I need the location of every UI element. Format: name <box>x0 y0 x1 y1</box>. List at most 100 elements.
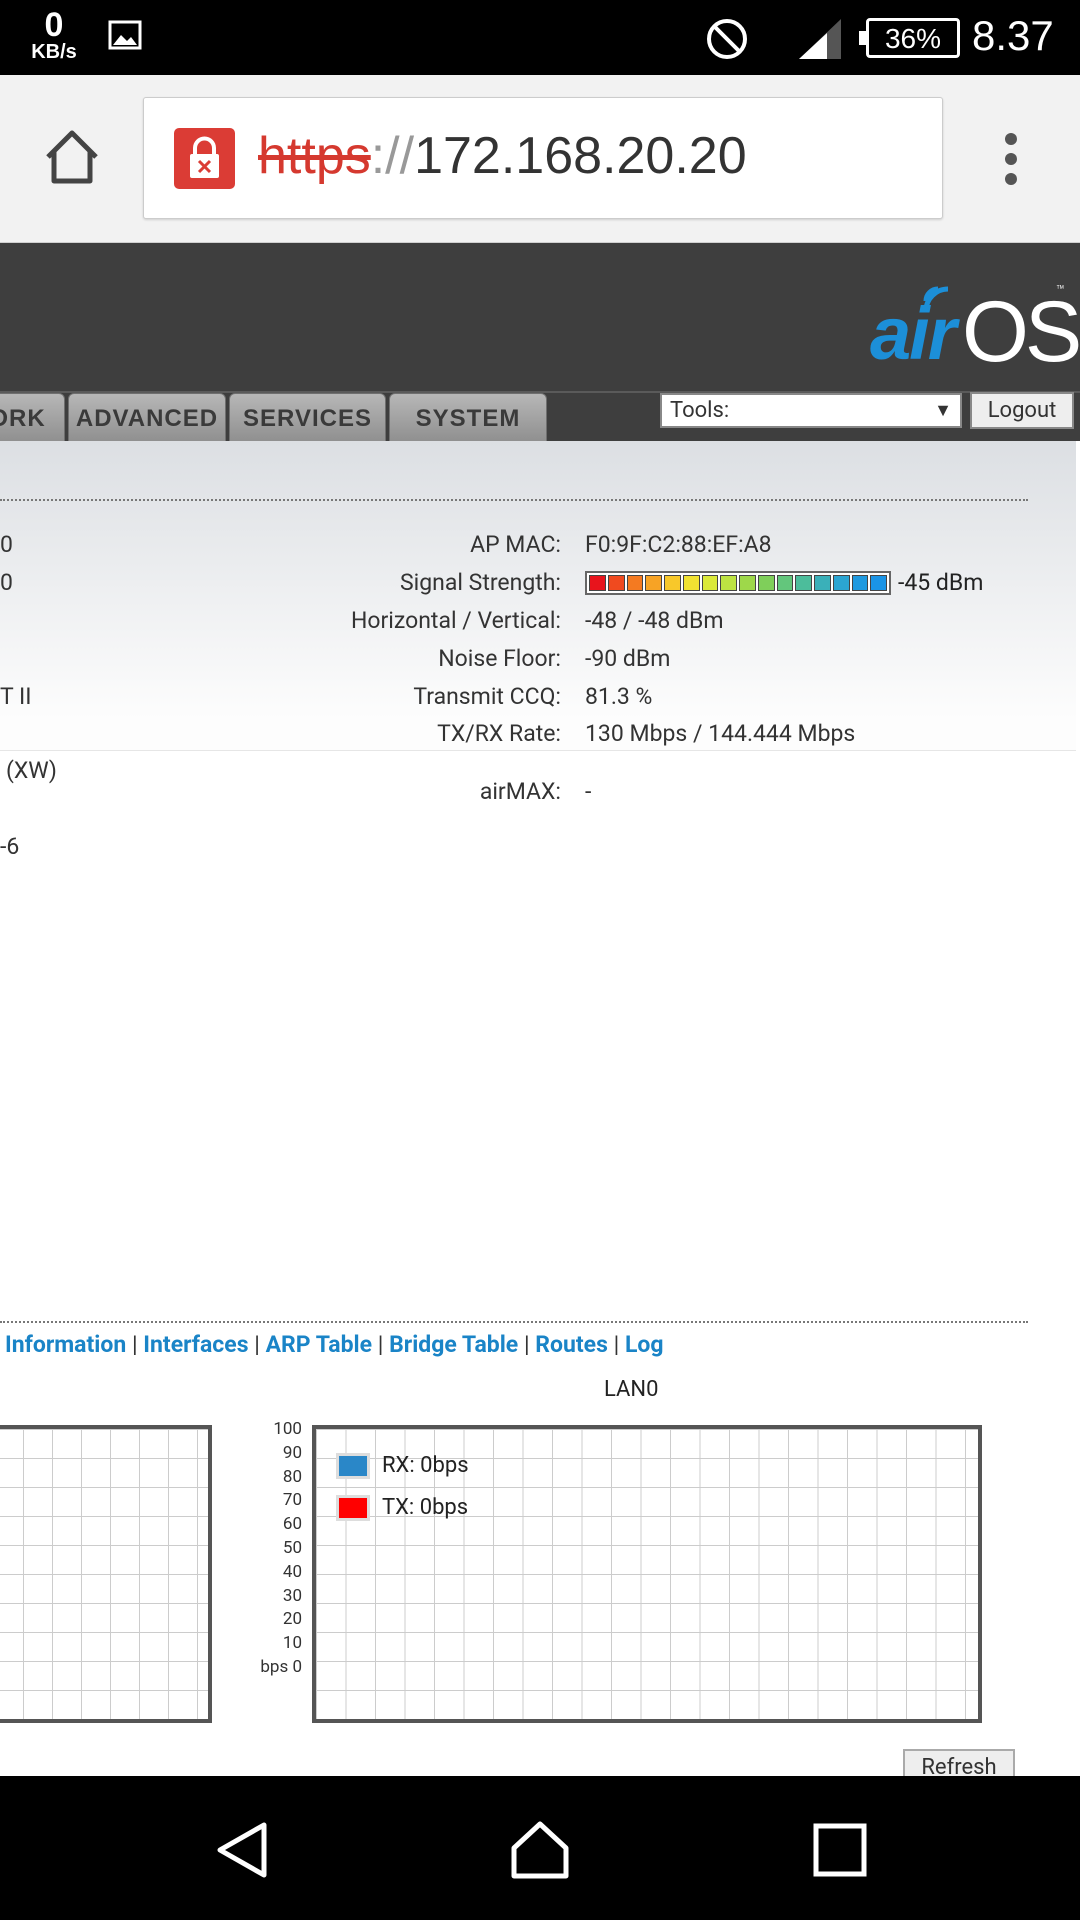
tab-services[interactable]: SERVICES <box>229 393 386 443</box>
link-separator: | <box>377 1331 384 1358</box>
airos-logo: air OS ™ <box>870 283 1080 380</box>
browser-toolbar: https://172.168.20.20 <box>0 75 1080 243</box>
clock: 8.37 <box>972 12 1054 59</box>
link-log[interactable]: Log <box>625 1331 664 1358</box>
info-row-fragment: -6 <box>0 833 1076 863</box>
signal-strength-value: -45 dBm <box>898 569 984 596</box>
noise-floor-label: Noise Floor: <box>438 645 561 672</box>
signal-strength-label: Signal Strength: <box>399 569 561 596</box>
info-row-noise: Noise Floor: -90 dBm <box>0 645 1076 675</box>
link-interfaces[interactable]: Interfaces <box>143 1331 248 1358</box>
legend-swatch-rx <box>336 1453 370 1480</box>
section-divider <box>0 1321 1028 1323</box>
overflow-menu-icon[interactable] <box>996 129 1026 189</box>
y-tick-label: 40 <box>282 1561 302 1582</box>
y-tick-label: 100 <box>273 1419 302 1439</box>
logo-trademark: ™ <box>1056 283 1065 299</box>
lan0-chart: RX: 0bps TX: 0bps <box>312 1425 982 1723</box>
link-arp-table[interactable]: ARP Table <box>266 1331 372 1358</box>
back-icon[interactable] <box>212 1820 272 1880</box>
wlan-chart <box>0 1425 212 1723</box>
y-tick-label: 60 <box>282 1514 302 1535</box>
signal-segment <box>851 575 869 591</box>
legend-label-tx: TX: 0bps <box>382 1495 469 1520</box>
monitor-links: Information | Interfaces | ARP Table | B… <box>0 1331 664 1358</box>
section-divider <box>0 499 1028 501</box>
signal-segment <box>739 575 756 591</box>
net-speed-indicator: 0 KB/s <box>26 8 82 62</box>
left-fragment: 0 <box>0 531 13 558</box>
home-icon[interactable] <box>40 125 104 189</box>
recents-icon[interactable] <box>812 1822 868 1878</box>
tools-dropdown[interactable]: Tools: ▼ <box>660 393 962 428</box>
link-separator: | <box>131 1331 138 1358</box>
signal-segment <box>664 575 681 591</box>
tools-label: Tools: <box>670 398 730 423</box>
info-row-ap-mac: 0 AP MAC: F0:9F:C2:88:EF:A8 <box>0 531 1076 561</box>
signal-segment <box>607 575 625 591</box>
transmit-ccq-value: 81.3 % <box>585 683 653 710</box>
insecure-lock-icon[interactable] <box>174 128 235 189</box>
tab-system[interactable]: SYSTEM <box>389 393 547 443</box>
airmax-value: - <box>585 778 592 805</box>
signal-segment <box>832 575 850 591</box>
txrx-rate-label: TX/RX Rate: <box>437 720 561 747</box>
net-speed-value: 0 <box>44 6 64 44</box>
logo-air: air <box>870 292 957 375</box>
status-bar: 0 KB/s 36% 8.37 <box>0 0 1080 75</box>
net-speed-unit: KB/s <box>31 41 77 63</box>
y-tick-label: 70 <box>282 1490 302 1511</box>
y-tick-label: 10 <box>282 1633 302 1654</box>
signal-icon <box>799 19 841 59</box>
battery-icon: 36% <box>859 18 960 58</box>
url-text[interactable]: https://172.168.20.20 <box>258 126 747 186</box>
url-separator: :// <box>370 127 415 185</box>
ap-mac-label: AP MAC: <box>470 531 561 558</box>
url-host: 172.168.20.20 <box>414 127 747 185</box>
legend-tx: TX: 0bps <box>336 1495 469 1522</box>
y-tick-label: 90 <box>282 1442 302 1463</box>
y-tick-label: 80 <box>282 1466 302 1487</box>
chart-title: LAN0 <box>604 1377 659 1402</box>
status-content: 0 AP MAC: F0:9F:C2:88:EF:A8 0 Signal Str… <box>0 441 1076 1787</box>
do-not-disturb-icon <box>707 19 747 59</box>
y-tick-label: 20 <box>282 1609 302 1630</box>
y-tick-label: 30 <box>282 1585 302 1606</box>
airmax-label: airMAX: <box>479 778 561 805</box>
legend-label-rx: RX: 0bps <box>382 1453 469 1478</box>
signal-segment <box>814 575 831 591</box>
left-fragment: 0 <box>0 569 13 596</box>
info-row-rate: TX/RX Rate: 130 Mbps / 144.444 Mbps <box>0 720 1076 750</box>
info-row-airmax: airMAX: - <box>0 778 1076 808</box>
legend-rx: RX: 0bps <box>336 1453 469 1480</box>
signal-segment <box>870 575 887 591</box>
link-information[interactable]: Information <box>5 1331 126 1358</box>
transmit-ccq-label: Transmit CCQ: <box>413 683 561 710</box>
y-tick-label: bps 0 <box>260 1657 302 1677</box>
signal-strength-bar <box>585 571 891 595</box>
link-separator: | <box>613 1331 620 1358</box>
hv-label: Horizontal / Vertical: <box>350 607 561 634</box>
signal-segment <box>757 575 775 591</box>
left-fragment: -6 <box>0 833 20 860</box>
y-tick-label: 50 <box>282 1538 302 1558</box>
txrx-rate-value: 130 Mbps / 144.444 Mbps <box>585 720 856 747</box>
hv-value: -48 / -48 dBm <box>585 607 724 634</box>
address-bar[interactable]: https://172.168.20.20 <box>143 97 943 219</box>
url-scheme: https <box>258 127 371 185</box>
signal-segment <box>720 575 737 591</box>
battery-level: 36% <box>884 23 942 54</box>
dropdown-arrow-icon: ▼ <box>934 400 952 421</box>
logout-button[interactable]: Logout <box>970 392 1074 429</box>
link-bridge-table[interactable]: Bridge Table <box>389 1331 518 1358</box>
link-routes[interactable]: Routes <box>535 1331 608 1358</box>
signal-segment <box>776 575 794 591</box>
home-nav-icon[interactable] <box>508 1818 572 1882</box>
info-row-ccq: T II Transmit CCQ: 81.3 % <box>0 683 1076 713</box>
tab-network[interactable]: ORK <box>0 393 65 443</box>
signal-segment <box>682 575 700 591</box>
signal-segment <box>795 575 812 591</box>
tab-advanced[interactable]: ADVANCED <box>68 393 226 443</box>
link-separator: | <box>254 1331 260 1358</box>
main-nav: ORK ADVANCED SERVICES SYSTEM Tools: ▼ Lo… <box>0 391 1080 443</box>
